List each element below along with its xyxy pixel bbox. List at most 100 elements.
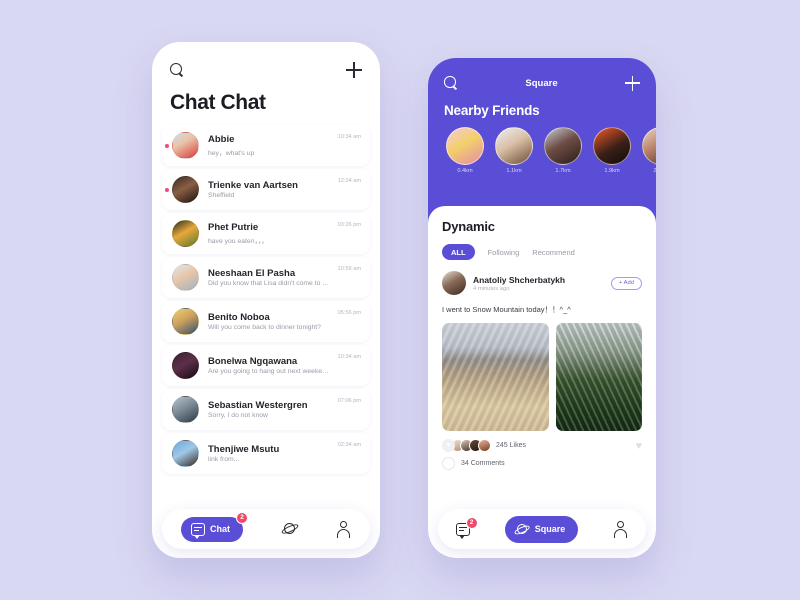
chat-timestamp: 03:26 pm [337,222,361,228]
friend-distance: 1.7km [555,168,571,174]
screenshot-canvas: Chat Chat Abbie hey，what's up 10:34 am Trie… [0,0,800,600]
chat-preview: Will you come back to dinner tonight? [208,324,321,332]
post-image-snow-mountain[interactable] [442,323,550,431]
comments-count: 34 Comments [461,460,505,467]
comments-row[interactable]: 34 Comments [442,457,642,470]
friend-distance: 2.5km [653,168,656,174]
tab-following[interactable]: Following [488,248,520,257]
nav-square-label: Square [534,524,566,534]
post-author-block: Anatoliy Shcherbatykh 4 minutes ago [473,275,611,292]
chat-list-item[interactable]: Sebastian Westergren Sorry, I do not know… [162,389,370,430]
nearby-friend[interactable]: 2.5km [642,127,656,174]
chat-timestamp: 10:59 am [337,266,361,272]
chat-timestamp: 10:34 am [337,354,361,360]
nav-chat-label: Chat [210,524,230,534]
right-header: Square Nearby Friends 0.4km 1.1km 1.7km 1.9… [428,58,656,174]
nearby-friends-row[interactable]: 0.4km 1.1km 1.7km 1.9km 2.5km [444,127,656,174]
avatar [446,127,484,165]
plus-icon[interactable] [625,75,640,91]
nearby-friend[interactable]: 1.7km [544,127,582,174]
chat-preview: Are you going to hang out next weekend? [208,368,333,376]
nearby-friend[interactable]: 1.9km [593,127,631,174]
avatar [172,308,199,335]
chat-name: Sebastian Westergren [208,399,308,411]
avatar [172,352,199,379]
post-text: I went to Snow Mountain today！！^_^ [442,305,571,314]
left-bottom-nav: Chat 2 [162,509,370,549]
avatar [172,396,199,423]
chat-text-block: Neeshaan El Pasha Did you know that Lisa … [208,268,333,288]
chat-name: Thenjiwe Msutu [208,443,280,455]
chat-name: Trienke van Aartsen [208,179,298,191]
planet-icon [280,521,299,538]
chat-list-item[interactable]: Phet Putrie have you eaten，，， 03:26 pm [162,213,370,254]
chat-preview: Sorry, I do not know [208,412,268,420]
tab-recommend[interactable]: Recommend [532,248,575,257]
nav-square[interactable] [280,521,299,538]
nav-square-active[interactable]: Square [504,515,579,543]
person-icon [336,521,351,538]
chat-text-block: Sebastian Westergren Sorry, I do not know [208,400,333,420]
post-header: Anatoliy Shcherbatykh 4 minutes ago + Ad… [442,271,642,295]
avatar [495,127,533,165]
chat-timestamp: 05:56 pm [337,310,361,316]
chat-bubble-icon [191,522,205,539]
post-timestamp: 4 minutes ago [473,285,510,292]
friend-distance: 0.4km [457,168,473,174]
chat-timestamp: 10:34 am [337,134,361,140]
nav-profile[interactable] [613,521,628,538]
chat-name: Phet Putrie [208,222,259,234]
chat-list-item[interactable]: Trienke van Aartsen Sheffield 12:24 am [162,169,370,210]
avatar [172,132,199,159]
avatar [172,440,199,467]
page-title: Chat Chat [170,91,266,114]
like-button-icon[interactable]: ♥ [635,440,642,452]
chat-text-block: Phet Putrie have you eaten，，， [208,222,333,245]
chat-preview: Sheffield [208,192,235,200]
dynamic-tabs[interactable]: ALL Following Recommend [442,244,642,260]
friend-distance: 1.1km [506,168,522,174]
chat-list-item[interactable]: Neeshaan El Pasha Did you know that Lisa … [162,257,370,298]
nearby-friend[interactable]: 0.4km [446,127,484,174]
chat-badge: 2 [465,516,478,529]
chat-list-item[interactable]: Thenjiwe Msutu link from... 02:34 am [162,433,370,474]
plus-icon[interactable] [346,62,362,78]
left-topbar [170,60,362,80]
nearby-friend[interactable]: 1.1km [495,127,533,174]
tab-all[interactable]: ALL [442,244,475,260]
unread-dot [165,187,169,192]
chat-text-block: Bonelwa Ngqawana Are you going to hang ou… [208,356,333,376]
chat-list-item[interactable]: Bonelwa Ngqawana Are you going to hang ou… [162,345,370,386]
chat-timestamp: 02:34 am [337,442,361,448]
chat-list-item[interactable]: Benito Noboa Will you come back to dinner… [162,301,370,342]
search-icon[interactable] [444,76,458,90]
chat-timestamp: 07:06 pm [337,398,361,404]
likes-count: 245 Likes [496,442,526,449]
dynamic-title: Dynamic [442,219,495,234]
search-icon[interactable] [170,62,185,78]
nav-profile[interactable] [336,521,351,538]
post-image-greenhouse[interactable] [556,323,642,431]
likes-row: ♥ 245 Likes ♥ [442,439,642,452]
liker-avatar [478,439,491,452]
post-images [442,323,642,431]
heart-icon[interactable]: ♥ [442,439,455,452]
nav-chat-active[interactable]: Chat 2 [181,511,248,542]
unread-dot [165,143,169,148]
chat-text-block: Trienke van Aartsen Sheffield [208,180,333,200]
chat-preview: have you eaten，，， [208,237,269,245]
avatar[interactable] [442,271,466,295]
nav-chat[interactable]: 2 [455,516,478,539]
chat-timestamp: 12:24 am [337,178,361,184]
add-friend-button[interactable]: + Add [611,276,642,290]
friend-distance: 1.9km [604,168,620,174]
chat-badge: 2 [236,511,248,524]
right-topbar: Square [444,74,640,92]
chat-list[interactable]: Abbie hey，what's up 10:34 am Trienke van Aa… [152,125,380,474]
chat-preview: hey，what's up [208,149,255,157]
dynamic-sheet: Dynamic ALL Following Recommend Anatoliy S… [428,206,656,558]
chat-text-block: Benito Noboa Will you come back to dinner… [208,312,333,332]
square-feed-phone: Square Nearby Friends 0.4km 1.1km 1.7km 1.9… [428,58,656,558]
planet-icon [513,522,531,537]
chat-list-item[interactable]: Abbie hey，what's up 10:34 am [162,125,370,166]
